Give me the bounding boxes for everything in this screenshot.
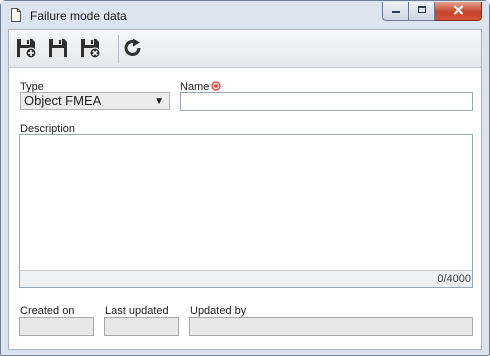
save-icon [47, 37, 69, 62]
last-updated-label: Last updated [105, 305, 169, 317]
description-field: 0/4000 [19, 134, 473, 288]
save-plus-icon [15, 37, 37, 62]
maximize-icon [417, 5, 427, 17]
type-select-value: Object FMEA [24, 93, 102, 108]
title-bar[interactable]: Failure mode data [1, 1, 489, 29]
window-title: Failure mode data [30, 9, 127, 23]
description-textarea[interactable] [20, 135, 472, 270]
save-button[interactable] [46, 37, 70, 61]
refresh-icon [122, 37, 144, 62]
save-and-close-button[interactable] [78, 37, 102, 61]
close-icon [453, 4, 464, 18]
dialog-window: Failure mode data Type Object FMEA ▼ Nam… [0, 0, 490, 356]
character-counter: 0/4000 [437, 273, 471, 285]
created-on-field [19, 317, 94, 336]
dialog-content: Type Object FMEA ▼ Name Description 0/40… [8, 29, 482, 350]
dropdown-arrow-icon: ▼ [154, 96, 164, 107]
updated-by-field [189, 317, 473, 336]
save-close-icon [79, 37, 101, 62]
close-button[interactable] [435, 2, 482, 21]
minimize-button[interactable] [382, 2, 409, 21]
created-on-label: Created on [20, 305, 75, 317]
toolbar-separator [118, 35, 119, 63]
toolbar [9, 30, 481, 68]
last-updated-field [104, 317, 179, 336]
maximize-button[interactable] [409, 2, 435, 21]
name-input[interactable] [180, 92, 473, 111]
refresh-button[interactable] [121, 37, 145, 61]
updated-by-label: Updated by [190, 305, 247, 317]
document-icon [11, 8, 21, 22]
character-counter-bar: 0/4000 [20, 270, 472, 287]
type-select[interactable]: Object FMEA ▼ [20, 92, 170, 110]
minimize-icon [391, 5, 401, 17]
save-and-new-button[interactable] [14, 37, 38, 61]
